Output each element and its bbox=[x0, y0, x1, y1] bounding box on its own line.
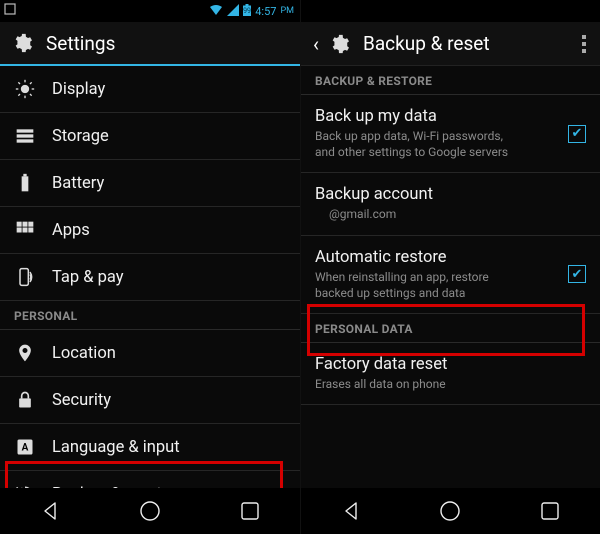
section-personal: PERSONAL bbox=[0, 301, 300, 330]
nav-recent[interactable] bbox=[537, 498, 563, 524]
row-backup-my-data[interactable]: Back up my data Back up app data, Wi-Fi … bbox=[301, 95, 600, 173]
row-title: Factory data reset bbox=[315, 355, 586, 374]
language-icon: A bbox=[14, 436, 36, 458]
nav-back[interactable] bbox=[37, 498, 63, 524]
row-storage[interactable]: Storage bbox=[0, 113, 300, 160]
nav-recent[interactable] bbox=[237, 498, 263, 524]
navbar bbox=[301, 488, 600, 534]
status-bar: 99 4:57 PM bbox=[0, 0, 300, 22]
row-language[interactable]: A Language & input bbox=[0, 424, 300, 471]
backup-list: BACKUP & RESTORE Back up my data Back up… bbox=[301, 66, 600, 488]
row-label: Security bbox=[52, 391, 286, 410]
restore-icon bbox=[14, 483, 36, 488]
row-label: Storage bbox=[52, 127, 286, 146]
nav-back[interactable] bbox=[338, 498, 364, 524]
row-backup-reset[interactable]: Backup & reset bbox=[0, 471, 300, 488]
appbar: ‹ Backup & reset bbox=[301, 22, 600, 66]
checkbox[interactable] bbox=[568, 265, 586, 283]
section-personal-data: PERSONAL DATA bbox=[301, 314, 600, 343]
display-icon bbox=[14, 78, 36, 100]
row-label: Tap & pay bbox=[52, 268, 286, 287]
row-label: Language & input bbox=[52, 438, 286, 457]
row-location[interactable]: Location bbox=[0, 330, 300, 377]
row-title: Automatic restore bbox=[315, 248, 552, 267]
row-tap-pay[interactable]: Tap & pay bbox=[0, 254, 300, 301]
location-icon bbox=[14, 342, 36, 364]
clock-ampm: PM bbox=[280, 6, 294, 16]
notification-icon bbox=[4, 3, 16, 18]
row-label: Backup & reset bbox=[52, 485, 286, 489]
row-battery[interactable]: Battery bbox=[0, 160, 300, 207]
battery-icon bbox=[14, 172, 36, 194]
back-icon[interactable]: ‹ bbox=[311, 32, 321, 56]
row-factory-reset[interactable]: Factory data reset Erases all data on ph… bbox=[301, 343, 600, 405]
row-label: Apps bbox=[52, 221, 286, 240]
row-subtitle: When reinstalling an app, restore backed… bbox=[315, 269, 525, 301]
section-backup-restore: BACKUP & RESTORE bbox=[301, 66, 600, 95]
row-label: Battery bbox=[52, 174, 286, 193]
signal-icon bbox=[227, 4, 239, 19]
checkbox[interactable] bbox=[568, 125, 586, 143]
svg-text:A: A bbox=[22, 442, 29, 453]
screen-settings: 99 4:57 PM Settings Display Storage B bbox=[0, 0, 300, 534]
overflow-menu[interactable] bbox=[578, 29, 590, 59]
battery-icon: 99 bbox=[243, 4, 251, 19]
row-subtitle: @gmail.com bbox=[315, 206, 525, 222]
row-subtitle: Back up app data, Wi-Fi passwords, and o… bbox=[315, 128, 525, 160]
clock-time: 4:57 bbox=[255, 5, 276, 18]
row-auto-restore[interactable]: Automatic restore When reinstalling an a… bbox=[301, 236, 600, 314]
row-backup-account[interactable]: Backup account @gmail.com bbox=[301, 173, 600, 235]
row-label: Display bbox=[52, 80, 286, 99]
page-title: Backup & reset bbox=[363, 32, 490, 55]
row-label: Location bbox=[52, 344, 286, 363]
nav-home[interactable] bbox=[137, 498, 163, 524]
status-bar bbox=[301, 0, 600, 22]
row-subtitle: Erases all data on phone bbox=[315, 376, 525, 392]
gear-icon bbox=[10, 31, 34, 55]
screen-backup-reset: ‹ Backup & reset BACKUP & RESTORE Back u… bbox=[300, 0, 600, 534]
settings-list: Display Storage Battery Apps Tap & pay bbox=[0, 66, 300, 488]
lock-icon bbox=[14, 389, 36, 411]
storage-icon bbox=[14, 125, 36, 147]
appbar: Settings bbox=[0, 22, 300, 66]
navbar bbox=[0, 488, 300, 534]
apps-icon bbox=[14, 219, 36, 241]
row-apps[interactable]: Apps bbox=[0, 207, 300, 254]
row-title: Back up my data bbox=[315, 107, 552, 126]
wifi-icon bbox=[209, 4, 223, 19]
nfc-icon bbox=[14, 266, 36, 288]
row-security[interactable]: Security bbox=[0, 377, 300, 424]
row-display[interactable]: Display bbox=[0, 66, 300, 113]
row-title: Backup account bbox=[315, 185, 586, 204]
page-title: Settings bbox=[46, 32, 115, 55]
gear-icon bbox=[327, 32, 351, 56]
svg-text:99: 99 bbox=[243, 7, 251, 15]
nav-home[interactable] bbox=[437, 498, 463, 524]
